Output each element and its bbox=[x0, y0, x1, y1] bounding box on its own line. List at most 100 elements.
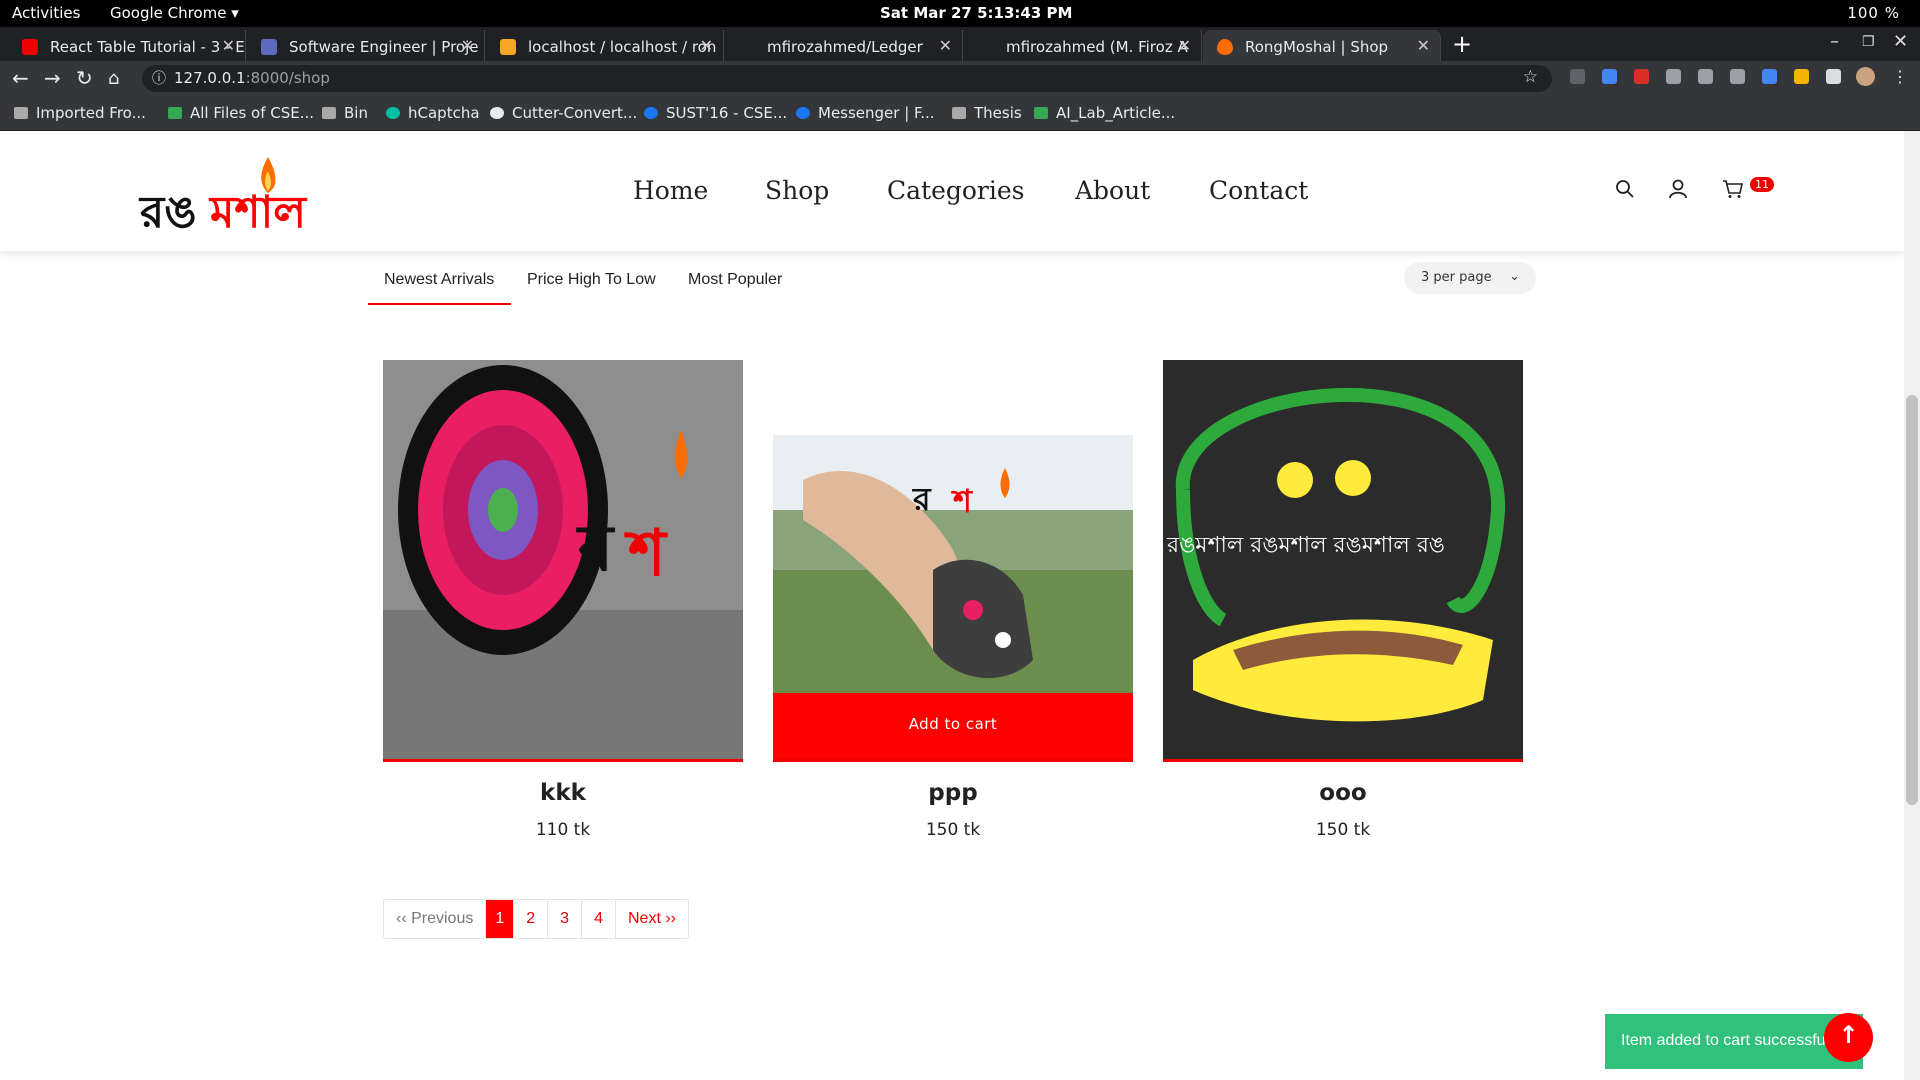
folder-icon bbox=[14, 107, 28, 119]
product-image[interactable]: রঙমশাল রঙমশাল রঙমশাল রঙ bbox=[1163, 360, 1523, 762]
extension-icon[interactable] bbox=[1570, 69, 1585, 84]
product-image[interactable]: র শ bbox=[383, 360, 743, 762]
tab-react-table[interactable]: React Table Tutorial - 3 - E ✕ bbox=[8, 30, 246, 61]
browser-toolbar: ← → ↻ ⌂ ⓘ 127.0.0.1:8000/shop ☆ ⋮ bbox=[0, 61, 1920, 96]
extension-icon[interactable] bbox=[1730, 69, 1745, 84]
home-icon[interactable]: ⌂ bbox=[108, 68, 119, 89]
product-card[interactable]: র শ kkk 110 tk bbox=[383, 360, 743, 840]
close-icon[interactable]: ✕ bbox=[461, 36, 474, 55]
nav-categories[interactable]: Categories bbox=[887, 176, 1025, 205]
extension-icon[interactable] bbox=[1602, 69, 1617, 84]
svg-text:র: র bbox=[576, 512, 616, 586]
bookmark-item[interactable]: Bin bbox=[322, 104, 368, 122]
product-name[interactable]: ppp bbox=[773, 780, 1133, 806]
phpmyadmin-icon bbox=[500, 39, 516, 55]
tab-software-engineer[interactable]: Software Engineer | Proje ✕ bbox=[247, 30, 485, 61]
screenshot-icon[interactable] bbox=[1666, 69, 1681, 84]
tab-github-profile[interactable]: mfirozahmed (M. Firoz A ✕ bbox=[964, 30, 1202, 61]
product-card[interactable]: র শ Add to cart ppp 150 tk bbox=[773, 360, 1133, 840]
bookmarks-bar: Imported Fro... All Files of CSE... Bin … bbox=[0, 96, 1920, 131]
user-icon[interactable] bbox=[1668, 179, 1688, 199]
puzzle-icon[interactable] bbox=[1826, 69, 1841, 84]
flame-icon bbox=[1217, 39, 1233, 55]
svg-text:শ: শ bbox=[624, 517, 668, 591]
page-link-1[interactable]: 1 bbox=[486, 900, 515, 938]
close-icon[interactable]: ✕ bbox=[700, 36, 713, 55]
github-icon bbox=[739, 39, 755, 55]
next-page-link[interactable]: Next ›› bbox=[616, 900, 688, 938]
minimize-icon[interactable]: – bbox=[1830, 31, 1839, 52]
close-icon[interactable]: ✕ bbox=[939, 36, 952, 55]
site-logo[interactable]: রঙ মশাল bbox=[140, 153, 340, 238]
clock[interactable]: Sat Mar 27 5:13:43 PM bbox=[880, 4, 1072, 22]
extension-icon[interactable] bbox=[1698, 69, 1713, 84]
bookmark-item[interactable]: Messenger | F... bbox=[796, 104, 935, 122]
bookmark-item[interactable]: AI_Lab_Article... bbox=[1034, 104, 1175, 122]
restore-icon[interactable]: ❐ bbox=[1862, 34, 1875, 50]
product-name[interactable]: ooo bbox=[1163, 780, 1523, 806]
nav-about[interactable]: About bbox=[1075, 176, 1150, 205]
page-link-3[interactable]: 3 bbox=[548, 900, 583, 938]
previous-page-link[interactable]: ‹‹ Previous bbox=[384, 900, 487, 938]
avatar[interactable] bbox=[1856, 67, 1875, 86]
close-icon[interactable]: ✕ bbox=[1417, 36, 1430, 55]
url-path: :8000/shop bbox=[245, 69, 330, 87]
tab-title: mfirozahmed (M. Firoz A bbox=[1006, 38, 1188, 56]
tab-phpmyadmin[interactable]: localhost / localhost / ron ✕ bbox=[486, 30, 724, 61]
url-host: 127.0.0.1 bbox=[174, 69, 246, 87]
bookmark-item[interactable]: hCaptcha bbox=[386, 104, 480, 122]
page-link-4[interactable]: 4 bbox=[582, 900, 616, 938]
sort-price-high-low[interactable]: Price High To Low bbox=[527, 271, 656, 289]
nav-contact[interactable]: Contact bbox=[1209, 176, 1308, 205]
bookmark-item[interactable]: SUST'16 - CSE... bbox=[644, 104, 787, 122]
add-to-cart-button[interactable]: Add to cart bbox=[773, 693, 1133, 759]
github-icon bbox=[978, 39, 994, 55]
new-tab-icon[interactable]: + bbox=[1452, 30, 1472, 58]
battery-status[interactable]: 100 % bbox=[1847, 4, 1900, 22]
sort-most-popular[interactable]: Most Populer bbox=[688, 271, 782, 289]
product-card[interactable]: রঙমশাল রঙমশাল রঙমশাল রঙ ooo 150 tk bbox=[1163, 360, 1523, 840]
bookmark-item[interactable]: Imported Fro... bbox=[14, 104, 146, 122]
bookmark-item[interactable]: All Files of CSE... bbox=[168, 104, 314, 122]
back-to-top-button[interactable]: ↑ bbox=[1824, 1013, 1873, 1062]
close-icon[interactable]: ✕ bbox=[1178, 36, 1191, 55]
more-icon[interactable]: ⋮ bbox=[1892, 67, 1908, 86]
nav-shop[interactable]: Shop bbox=[765, 176, 829, 205]
app-menu[interactable]: Google Chrome ▾ bbox=[110, 4, 239, 22]
product-image[interactable]: র শ Add to cart bbox=[773, 360, 1133, 762]
browser-tab-bar: React Table Tutorial - 3 - E ✕ Software … bbox=[0, 27, 1920, 61]
bookmark-item[interactable]: Cutter-Convert... bbox=[490, 104, 637, 122]
close-icon[interactable]: ✕ bbox=[222, 36, 235, 55]
product-name[interactable]: kkk bbox=[383, 780, 743, 806]
tab-ledger[interactable]: mfirozahmed/Ledger ✕ bbox=[725, 30, 963, 61]
adblock-icon[interactable] bbox=[1634, 69, 1649, 84]
scrollbar-thumb[interactable] bbox=[1906, 395, 1918, 805]
bookmark-item[interactable]: Thesis bbox=[952, 104, 1022, 122]
tab-title: mfirozahmed/Ledger bbox=[767, 38, 923, 56]
tab-rongmoshal-shop[interactable]: RongMoshal | Shop ✕ bbox=[1203, 30, 1441, 61]
page-link-2[interactable]: 2 bbox=[514, 900, 549, 938]
reload-icon[interactable]: ↻ bbox=[76, 66, 93, 90]
info-icon[interactable]: ⓘ bbox=[152, 68, 166, 88]
embroidered-ring-image: র শ bbox=[383, 360, 743, 759]
address-bar[interactable]: ⓘ 127.0.0.1:8000/shop ☆ bbox=[142, 65, 1552, 92]
back-icon[interactable]: ← bbox=[12, 66, 29, 90]
per-page-select[interactable]: 3 per page ⌄ bbox=[1404, 262, 1536, 294]
cart-icon[interactable] bbox=[1722, 179, 1744, 199]
bookmark-star-icon[interactable]: ☆ bbox=[1523, 67, 1538, 87]
folder-icon bbox=[322, 107, 336, 119]
arrow-up-icon: ↑ bbox=[1838, 1021, 1859, 1049]
document-icon bbox=[261, 39, 277, 55]
drive-icon bbox=[168, 107, 182, 119]
product-price: 150 tk bbox=[925, 820, 981, 840]
svg-text:র: র bbox=[912, 480, 932, 518]
nav-home[interactable]: Home bbox=[633, 176, 708, 205]
extension-icon[interactable] bbox=[1794, 69, 1809, 84]
tab-title: Software Engineer | Proje bbox=[289, 38, 479, 56]
window-close-icon[interactable]: ✕ bbox=[1893, 31, 1908, 52]
forward-icon[interactable]: → bbox=[44, 66, 61, 90]
search-icon[interactable] bbox=[1615, 179, 1635, 199]
extension-icon[interactable] bbox=[1762, 69, 1777, 84]
sort-newest[interactable]: Newest Arrivals bbox=[384, 271, 494, 289]
activities-button[interactable]: Activities bbox=[12, 4, 80, 22]
